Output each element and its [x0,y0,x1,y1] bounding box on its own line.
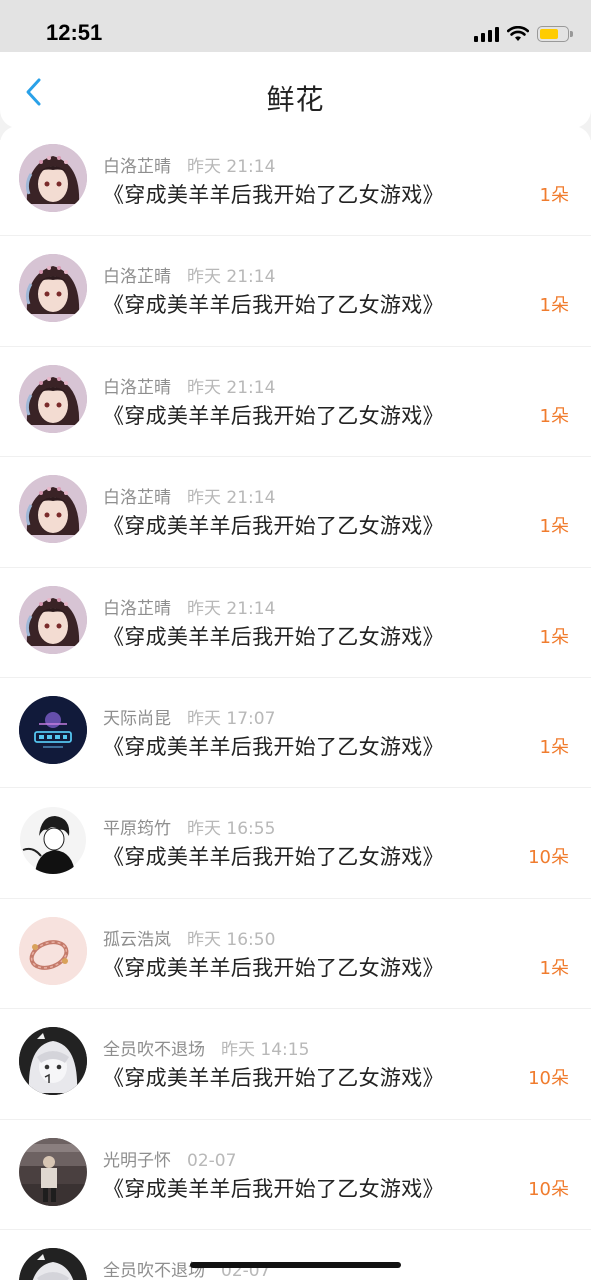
timestamp: 昨天 21:14 [187,598,276,619]
item-meta: 白洛芷晴 昨天 21:14 [103,152,275,177]
home-indicator [190,1262,401,1268]
book-title[interactable]: 《穿成美羊羊后我开始了乙女游戏》 [103,952,444,982]
timestamp: 02-07 [187,1150,237,1171]
nav-header: 鲜花 [0,52,591,128]
book-title[interactable]: 《穿成美羊羊后我开始了乙女游戏》 [103,1062,444,1092]
status-icons [474,23,573,45]
list-item[interactable]: 全员吹不退场 昨天 14:15 《穿成美羊羊后我开始了乙女游戏》 10朵 [0,1009,591,1120]
timestamp: 昨天 16:50 [187,929,276,950]
book-title[interactable]: 《穿成美羊羊后我开始了乙女游戏》 [103,510,444,540]
book-title[interactable]: 《穿成美羊羊后我开始了乙女游戏》 [103,841,444,871]
avatar[interactable] [19,916,87,985]
book-title[interactable]: 《穿成美羊羊后我开始了乙女游戏》 [103,289,444,319]
book-title[interactable]: 《穿成美羊羊后我开始了乙女游戏》 [103,621,444,651]
flower-count: 1朵 [539,626,569,648]
status-time: 12:51 [46,20,103,45]
flower-count: 10朵 [528,1178,569,1200]
flower-count: 1朵 [539,516,569,538]
list-item[interactable]: 全员吹不退场 02-07 [0,1230,591,1280]
timestamp: 昨天 17:07 [187,708,276,729]
user-name[interactable]: 全员吹不退场 [103,1040,205,1060]
nav-bar: 鲜花 [0,52,591,128]
avatar[interactable] [19,254,87,323]
timestamp: 昨天 21:14 [187,267,276,288]
avatar[interactable] [19,1247,87,1280]
flower-count: 1朵 [539,185,569,206]
avatar[interactable] [19,695,87,764]
avatar[interactable] [19,585,87,654]
timestamp: 昨天 21:14 [187,157,276,177]
avatar[interactable] [19,144,87,212]
flower-list: 白洛芷晴 昨天 21:14 《穿成美羊羊后我开始了乙女游戏》 1朵 白洛芷晴 昨天 21:… [0,126,591,1280]
timestamp: 昨天 16:55 [187,819,276,840]
list-item[interactable]: 白洛芷晴 昨天 21:14 《穿成美羊羊后我开始了乙女游戏》 1朵 [0,457,591,568]
item-meta: 平原筠竹 昨天 16:55 [103,814,275,839]
avatar[interactable] [19,806,87,875]
list-item[interactable]: 白洛芷晴 昨天 21:14 《穿成美羊羊后我开始了乙女游戏》 1朵 [0,347,591,458]
flower-count: 10朵 [528,847,569,869]
user-name[interactable]: 白洛芷晴 [103,488,171,508]
item-meta: 白洛芷晴 昨天 21:14 [103,594,275,619]
list-item[interactable]: 白洛芷晴 昨天 21:14 《穿成美羊羊后我开始了乙女游戏》 1朵 [0,236,591,347]
battery-level [540,29,559,39]
item-meta: 白洛芷晴 昨天 21:14 [103,262,275,287]
screen: 12:51 鲜花 白洛芷晴 昨天 21:14 《穿成美羊羊后我开始了乙女游戏》 … [0,0,591,1280]
list-item[interactable]: 天际尚昆 昨天 17:07 《穿成美羊羊后我开始了乙女游戏》 1朵 [0,678,591,789]
flower-count: 1朵 [539,405,569,427]
timestamp: 昨天 21:14 [187,377,276,398]
user-name[interactable]: 平原筠竹 [103,819,171,839]
battery-icon [537,26,573,42]
item-meta: 孤云浩岚 昨天 16:50 [103,925,275,950]
avatar[interactable] [19,1137,87,1206]
timestamp: 昨天 21:14 [187,488,276,509]
timestamp: 昨天 14:15 [221,1040,310,1061]
item-meta: 白洛芷晴 昨天 21:14 [103,373,275,398]
item-meta: 天际尚昆 昨天 17:07 [103,704,275,729]
cellular-signal-icon [474,26,499,42]
book-title[interactable]: 《穿成美羊羊后我开始了乙女游戏》 [103,1173,444,1203]
user-name[interactable]: 白洛芷晴 [103,267,171,287]
item-meta: 白洛芷晴 昨天 21:14 [103,483,275,508]
wifi-icon [507,26,529,41]
flower-count: 1朵 [539,736,569,758]
list-item[interactable]: 白洛芷晴 昨天 21:14 《穿成美羊羊后我开始了乙女游戏》 1朵 [0,126,591,237]
status-bar: 12:51 [0,0,591,52]
user-name[interactable]: 孤云浩岚 [103,930,171,950]
avatar[interactable] [19,475,87,544]
flower-count: 10朵 [528,1068,569,1090]
user-name[interactable]: 白洛芷晴 [103,157,171,177]
user-name[interactable]: 白洛芷晴 [103,599,171,619]
list-item[interactable]: 平原筠竹 昨天 16:55 《穿成美羊羊后我开始了乙女游戏》 10朵 [0,788,591,899]
avatar[interactable] [19,364,87,433]
user-name[interactable]: 光明子怀 [103,1151,171,1171]
user-name[interactable]: 白洛芷晴 [103,378,171,398]
user-name[interactable]: 天际尚昆 [103,709,171,729]
avatar[interactable] [19,1027,87,1096]
list-item[interactable]: 孤云浩岚 昨天 16:50 《穿成美羊羊后我开始了乙女游戏》 1朵 [0,899,591,1010]
list-item[interactable]: 白洛芷晴 昨天 21:14 《穿成美羊羊后我开始了乙女游戏》 1朵 [0,568,591,678]
flower-count: 1朵 [539,957,569,979]
book-title[interactable]: 《穿成美羊羊后我开始了乙女游戏》 [103,731,444,761]
item-meta: 光明子怀 02-07 [103,1146,236,1171]
list-item[interactable]: 光明子怀 02-07 《穿成美羊羊后我开始了乙女游戏》 10朵 [0,1120,591,1230]
book-title[interactable]: 《穿成美羊羊后我开始了乙女游戏》 [103,400,444,430]
page-title: 鲜花 [266,83,325,116]
item-meta: 全员吹不退场 昨天 14:15 [103,1035,309,1060]
flower-count: 1朵 [539,295,569,317]
book-title[interactable]: 《穿成美羊羊后我开始了乙女游戏》 [103,179,444,209]
